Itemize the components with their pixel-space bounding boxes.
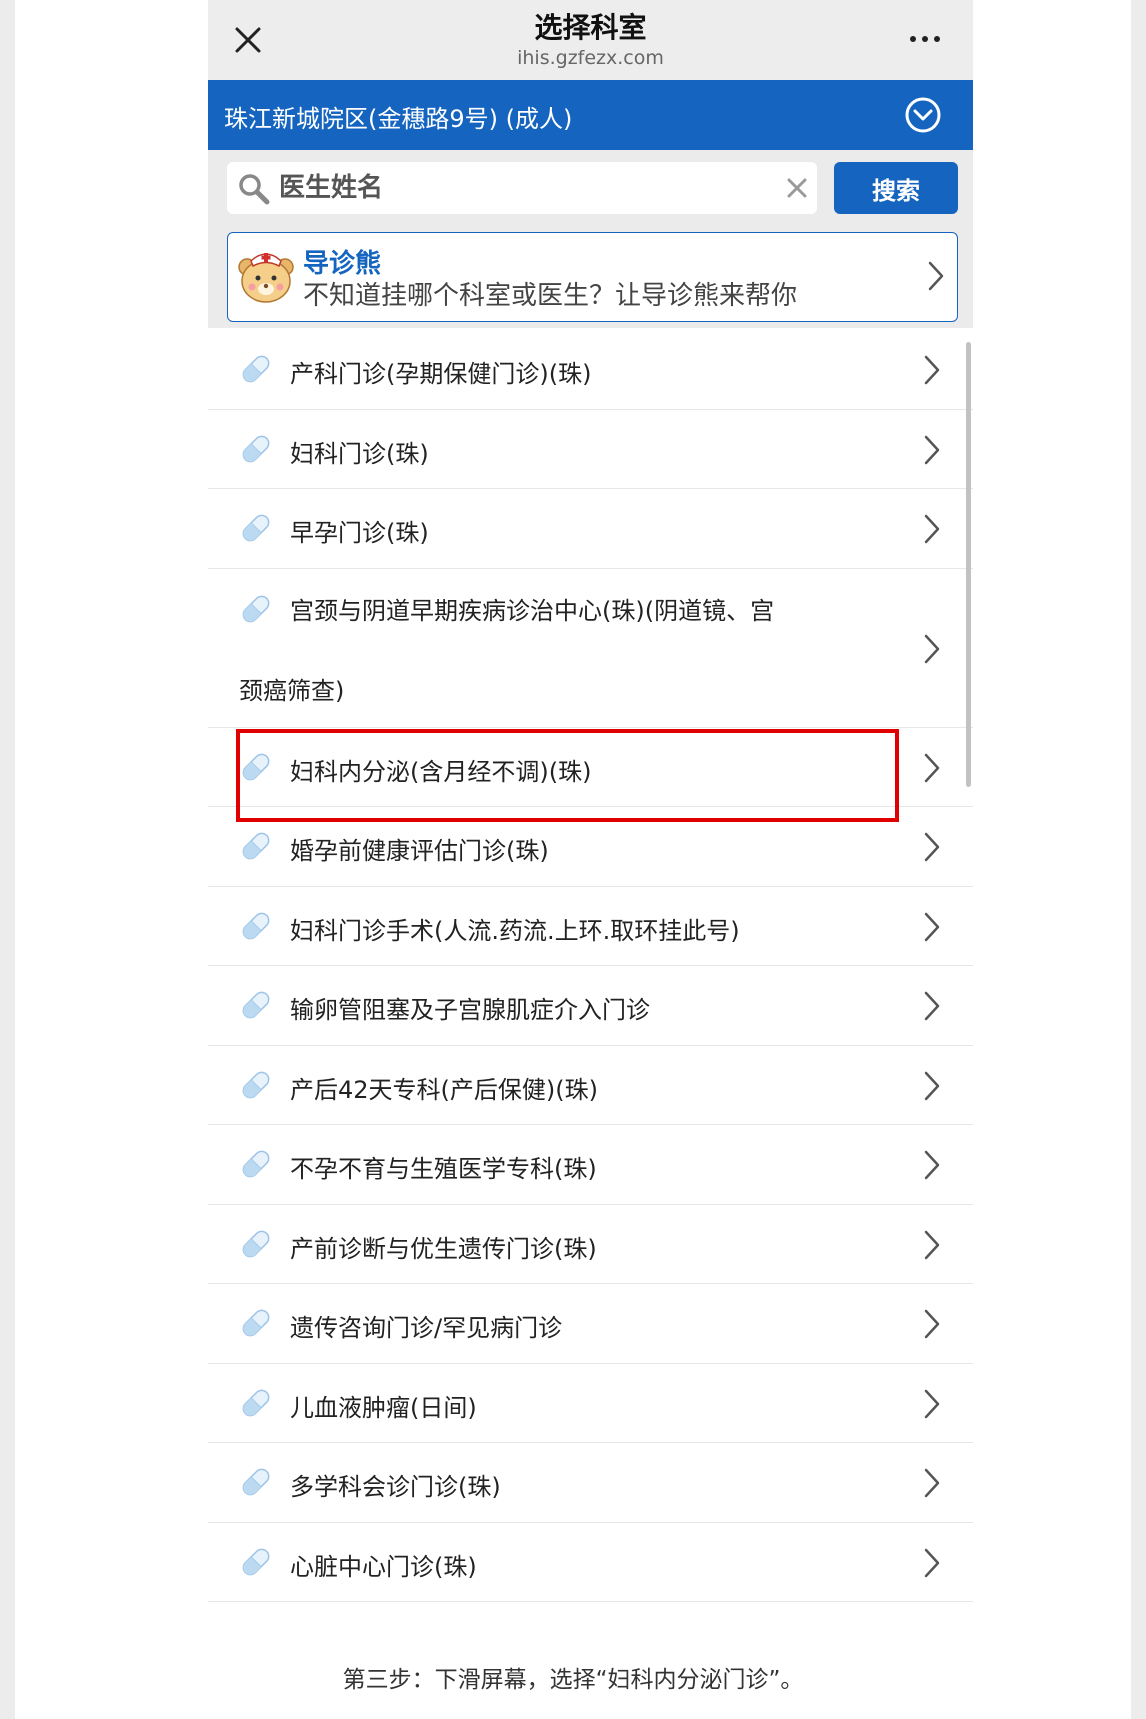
department-item[interactable]: 多学科会诊门诊(珠)	[208, 1443, 973, 1523]
department-label: 儿血液肿瘤(日间)	[290, 1393, 477, 1422]
instruction-caption: 第三步：下滑屏幕，选择“妇科内分泌门诊”。	[342, 1667, 804, 1693]
chevron-right-icon	[921, 1069, 943, 1103]
pill-icon	[239, 352, 273, 386]
pill-icon	[239, 1068, 273, 1102]
department-label: 产后42天专科(产后保健)(珠)	[290, 1075, 598, 1104]
department-item[interactable]: 婚孕前健康评估门诊(珠)	[208, 807, 973, 887]
chevron-right-icon	[921, 910, 943, 944]
department-label: 输卵管阻塞及子宫腺肌症介入门诊	[290, 996, 650, 1024]
search-input[interactable]	[279, 168, 759, 208]
pill-icon	[239, 1147, 273, 1181]
chevron-right-icon	[921, 632, 943, 666]
page-title: 选择科室	[534, 11, 647, 44]
chevron-right-icon	[921, 433, 943, 467]
department-label: 宫颈与阴道早期疾病诊治中心(珠)(阴道镜、宫	[290, 596, 775, 625]
department-item[interactable]: 妇科门诊手术(人流.药流.上环.取环挂此号)	[208, 887, 973, 966]
title-bar: 选择科室 ihis.gzfezx.com	[208, 0, 973, 80]
pill-icon	[239, 988, 273, 1022]
chevron-down-circle-icon	[905, 97, 941, 133]
search-box	[227, 162, 817, 214]
department-label: 心脏中心门诊(珠)	[290, 1552, 477, 1581]
pill-icon	[239, 1386, 273, 1420]
department-item[interactable]: 产科门诊(孕期保健门诊)(珠)	[208, 330, 973, 410]
clear-search-button[interactable]	[783, 174, 811, 202]
pill-icon	[239, 750, 273, 784]
campus-label: 珠江新城院区(金穗路9号) (成人)	[224, 105, 573, 133]
department-item[interactable]: 妇科门诊(珠)	[208, 410, 973, 489]
department-item[interactable]: 遗传咨询门诊/罕见病门诊	[208, 1284, 973, 1364]
department-item[interactable]: 不孕不育与生殖医学专科(珠)	[208, 1125, 973, 1205]
department-item[interactable]: 妇科内分泌(含月经不调)(珠)	[208, 728, 973, 807]
chevron-right-icon	[928, 261, 944, 291]
search-button[interactable]: 搜索	[834, 162, 958, 214]
department-item[interactable]: 宫颈与阴道早期疾病诊治中心(珠)(阴道镜、宫颈癌筛查)	[208, 569, 973, 728]
department-item[interactable]: 产前诊断与优生遗传门诊(珠)	[208, 1205, 973, 1284]
department-item[interactable]: 心脏中心门诊(珠)	[208, 1523, 973, 1602]
pill-icon	[239, 909, 273, 943]
department-item[interactable]: 产后42天专科(产后保健)(珠)	[208, 1046, 973, 1125]
chevron-right-icon	[921, 751, 943, 785]
chevron-right-icon	[921, 830, 943, 864]
bear-nurse-icon	[238, 253, 294, 303]
guide-bear-banner[interactable]: 导诊熊 不知道挂哪个科室或医生？让导诊熊来帮你	[227, 232, 958, 322]
department-item[interactable]: 输卵管阻塞及子宫腺肌症介入门诊	[208, 966, 973, 1046]
phone-screen: 选择科室 ihis.gzfezx.com 珠江新城院区(金穗路9号) (成人)	[208, 0, 973, 1640]
chevron-right-icon	[921, 1466, 943, 1500]
pill-icon	[239, 1227, 273, 1261]
pill-icon	[239, 432, 273, 466]
search-icon	[239, 174, 270, 205]
campus-selector[interactable]: 珠江新城院区(金穗路9号) (成人)	[208, 80, 973, 150]
scrollbar[interactable]	[966, 342, 971, 787]
more-button[interactable]	[905, 24, 945, 54]
chevron-right-icon	[921, 1148, 943, 1182]
chevron-right-icon	[921, 1228, 943, 1262]
department-label: 多学科会诊门诊(珠)	[290, 1473, 501, 1501]
chevron-right-icon	[921, 353, 943, 387]
department-label: 妇科内分泌(含月经不调)(珠)	[290, 757, 592, 786]
department-label: 妇科门诊手术(人流.药流.上环.取环挂此号)	[290, 916, 740, 945]
pill-icon	[239, 1306, 273, 1340]
more-icon	[910, 36, 940, 42]
campus-dropdown-button[interactable]	[903, 95, 943, 135]
page-domain: ihis.gzfezx.com	[517, 47, 664, 69]
pill-icon	[239, 592, 273, 626]
search-area: 搜索 导诊熊 不知道挂哪个科室或医生？让导诊熊来帮你	[208, 150, 973, 328]
pill-icon	[239, 1545, 273, 1579]
department-label: 早孕门诊(珠)	[290, 519, 429, 547]
department-label: 产科门诊(孕期保健门诊)(珠)	[290, 360, 592, 388]
department-item[interactable]: 早孕门诊(珠)	[208, 489, 973, 569]
pill-icon	[239, 1465, 273, 1499]
chevron-right-icon	[921, 1387, 943, 1421]
chevron-right-icon	[921, 1307, 943, 1341]
chevron-right-icon	[921, 512, 943, 546]
department-list: 产科门诊(孕期保健门诊)(珠) 妇科门诊(珠) 早孕门诊(珠) 宫颈与阴道早期疾病诊治…	[208, 330, 973, 1602]
department-label: 妇科门诊(珠)	[290, 439, 429, 468]
department-label: 婚孕前健康评估门诊(珠)	[290, 837, 549, 865]
pill-icon	[239, 829, 273, 863]
chevron-right-icon	[921, 1546, 943, 1580]
department-label-continued: 颈癌筛查)	[239, 676, 345, 705]
page: 选择科室 ihis.gzfezx.com 珠江新城院区(金穗路9号) (成人)	[15, 0, 1131, 1719]
pill-icon	[239, 511, 273, 545]
department-label: 不孕不育与生殖医学专科(珠)	[290, 1155, 597, 1183]
clear-icon	[787, 178, 807, 198]
department-label: 产前诊断与优生遗传门诊(珠)	[290, 1234, 597, 1263]
guide-subtitle: 不知道挂哪个科室或医生？让导诊熊来帮你	[303, 281, 798, 311]
chevron-right-icon	[921, 989, 943, 1023]
department-item[interactable]: 儿血液肿瘤(日间)	[208, 1364, 973, 1443]
department-label: 遗传咨询门诊/罕见病门诊	[290, 1314, 563, 1342]
